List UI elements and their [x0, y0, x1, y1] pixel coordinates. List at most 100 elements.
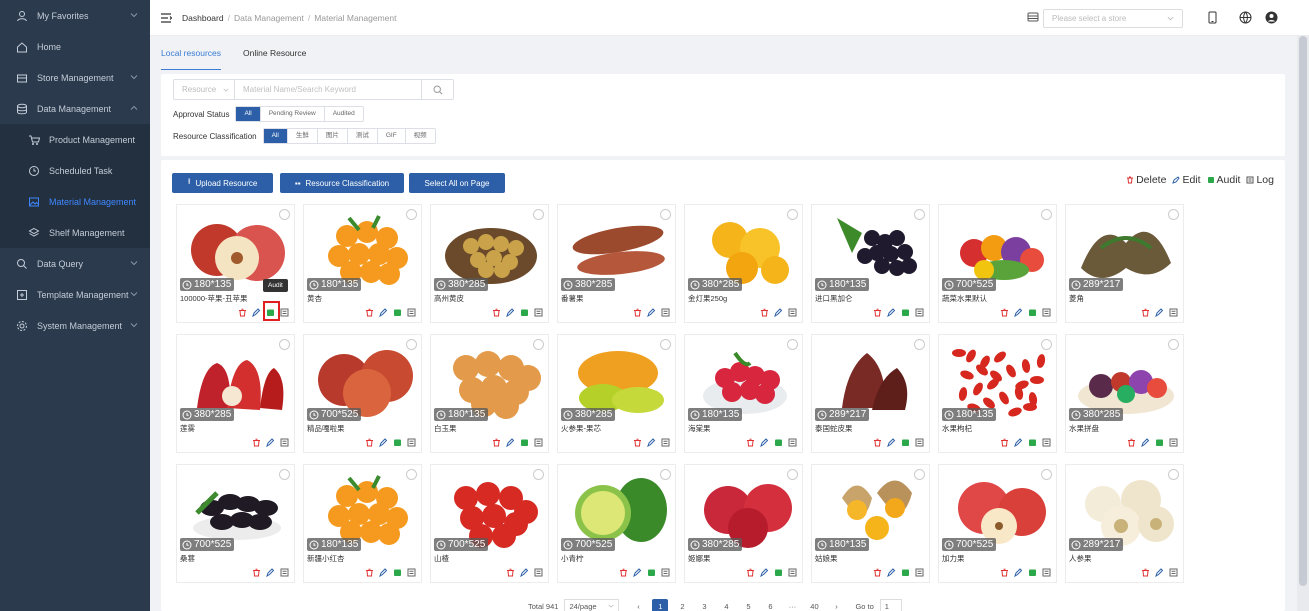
log-icon[interactable] [661, 568, 670, 577]
edit-icon[interactable] [379, 308, 388, 317]
sidebar-item-material-management[interactable]: Material Management [0, 186, 150, 217]
audit-icon[interactable] [774, 568, 783, 577]
log-icon[interactable] [1169, 438, 1178, 447]
edit-icon[interactable] [1155, 568, 1164, 577]
page-button[interactable]: 6 [762, 599, 778, 611]
log-icon[interactable] [407, 568, 416, 577]
log-icon[interactable] [407, 308, 416, 317]
material-thumbnail[interactable] [690, 468, 799, 549]
material-card[interactable]: 180*135 姑娘果 [811, 464, 930, 583]
material-card[interactable]: 180*135 白玉果 [430, 334, 549, 453]
delete-icon[interactable] [760, 308, 769, 317]
next-page-button[interactable]: › [828, 599, 844, 611]
select-radio[interactable] [1168, 339, 1179, 350]
select-radio[interactable] [660, 469, 671, 480]
material-card[interactable]: 289*217 人参果 [1065, 464, 1184, 583]
classification-option[interactable]: 图片 [318, 129, 348, 143]
user-avatar-icon[interactable] [1265, 11, 1278, 24]
material-card[interactable]: 380*285 莲雾 [176, 334, 295, 453]
log-icon[interactable] [1169, 308, 1178, 317]
audit-icon[interactable] [393, 568, 402, 577]
goto-page-input[interactable]: 1 [879, 599, 902, 611]
material-card[interactable]: 180*135 海棠果 [684, 334, 803, 453]
material-card[interactable]: 700*525 桑葚 [176, 464, 295, 583]
tablet-icon[interactable] [1206, 11, 1219, 24]
edit-icon[interactable] [252, 308, 261, 317]
material-card[interactable]: 380*285 水果拼盘 [1065, 334, 1184, 453]
edit-icon[interactable] [760, 568, 769, 577]
audit-icon[interactable] [1155, 438, 1164, 447]
tab-online-resource[interactable]: Online Resource [243, 48, 306, 70]
audit-icon[interactable] [520, 308, 529, 317]
log-icon[interactable] [788, 308, 797, 317]
select-radio[interactable] [1041, 469, 1052, 480]
select-radio[interactable] [787, 209, 798, 220]
material-thumbnail[interactable] [690, 338, 799, 419]
log-icon[interactable] [1042, 438, 1051, 447]
edit-icon[interactable] [887, 568, 896, 577]
audit-icon[interactable] [901, 568, 910, 577]
select-radio[interactable] [279, 339, 290, 350]
page-button[interactable]: 2 [674, 599, 690, 611]
log-icon[interactable] [280, 568, 289, 577]
edit-icon[interactable] [1014, 568, 1023, 577]
page-button[interactable]: 5 [740, 599, 756, 611]
select-all-button[interactable]: Select All on Page [409, 173, 505, 193]
material-thumbnail[interactable] [182, 208, 291, 289]
sidebar-item-data-management[interactable]: Data Management [0, 93, 150, 124]
delete-icon[interactable] [252, 438, 261, 447]
select-radio[interactable] [1041, 209, 1052, 220]
material-thumbnail[interactable] [436, 338, 545, 419]
select-radio[interactable] [533, 209, 544, 220]
search-type-select[interactable]: Resource [174, 80, 235, 99]
delete-icon[interactable] [873, 438, 882, 447]
delete-icon[interactable] [1000, 438, 1009, 447]
select-radio[interactable] [660, 339, 671, 350]
sidebar-item-system-management[interactable]: System Management [0, 310, 150, 341]
material-thumbnail[interactable] [436, 468, 545, 549]
classification-option[interactable]: GIF [378, 129, 406, 143]
select-radio[interactable] [787, 469, 798, 480]
scrollbar-thumb[interactable] [1299, 36, 1307, 586]
sidebar-item-my-favorites[interactable]: My Favorites [0, 0, 150, 31]
delete-icon[interactable] [633, 308, 642, 317]
material-card[interactable]: 380*285 火参果-果芯 [557, 334, 676, 453]
sidebar-item-template-management[interactable]: Template Management [0, 279, 150, 310]
material-thumbnail[interactable] [944, 468, 1053, 549]
delete-icon[interactable] [365, 438, 374, 447]
material-thumbnail[interactable] [182, 468, 291, 549]
delete-icon[interactable] [1000, 308, 1009, 317]
approval-status-option[interactable]: All [236, 107, 261, 121]
material-thumbnail[interactable] [309, 338, 418, 419]
material-thumbnail[interactable] [817, 208, 926, 289]
material-card[interactable]: 289*217 泰国蛇皮果 [811, 334, 930, 453]
delete-icon[interactable] [1000, 568, 1009, 577]
edit-icon[interactable] [266, 438, 275, 447]
material-thumbnail[interactable] [1071, 208, 1180, 289]
material-card[interactable]: 180*135 黄杏 [303, 204, 422, 323]
log-icon[interactable] [915, 438, 924, 447]
delete-icon[interactable] [365, 568, 374, 577]
log-icon[interactable] [1169, 568, 1178, 577]
select-radio[interactable] [914, 209, 925, 220]
page-button[interactable]: 4 [718, 599, 734, 611]
delete-icon[interactable] [1141, 308, 1150, 317]
log-icon[interactable] [280, 308, 289, 317]
select-radio[interactable] [1041, 339, 1052, 350]
material-thumbnail[interactable] [1071, 468, 1180, 549]
edit-icon[interactable] [506, 438, 515, 447]
sidebar-item-shelf-management[interactable]: Shelf Management [0, 217, 150, 248]
select-radio[interactable] [660, 209, 671, 220]
material-card[interactable]: 700*525 蔬菜水果默认 [938, 204, 1057, 323]
log-icon[interactable] [788, 438, 797, 447]
delete-icon[interactable] [1127, 438, 1136, 447]
material-thumbnail[interactable] [944, 208, 1053, 289]
edit-icon[interactable] [633, 568, 642, 577]
globe-icon[interactable] [1239, 11, 1252, 24]
search-button[interactable] [421, 80, 453, 99]
approval-status-option[interactable]: Audited [325, 107, 363, 121]
material-thumbnail[interactable] [563, 338, 672, 419]
log-icon[interactable] [915, 308, 924, 317]
breadcrumb-data-management[interactable]: Data Management [234, 13, 304, 23]
delete-icon[interactable] [633, 438, 642, 447]
